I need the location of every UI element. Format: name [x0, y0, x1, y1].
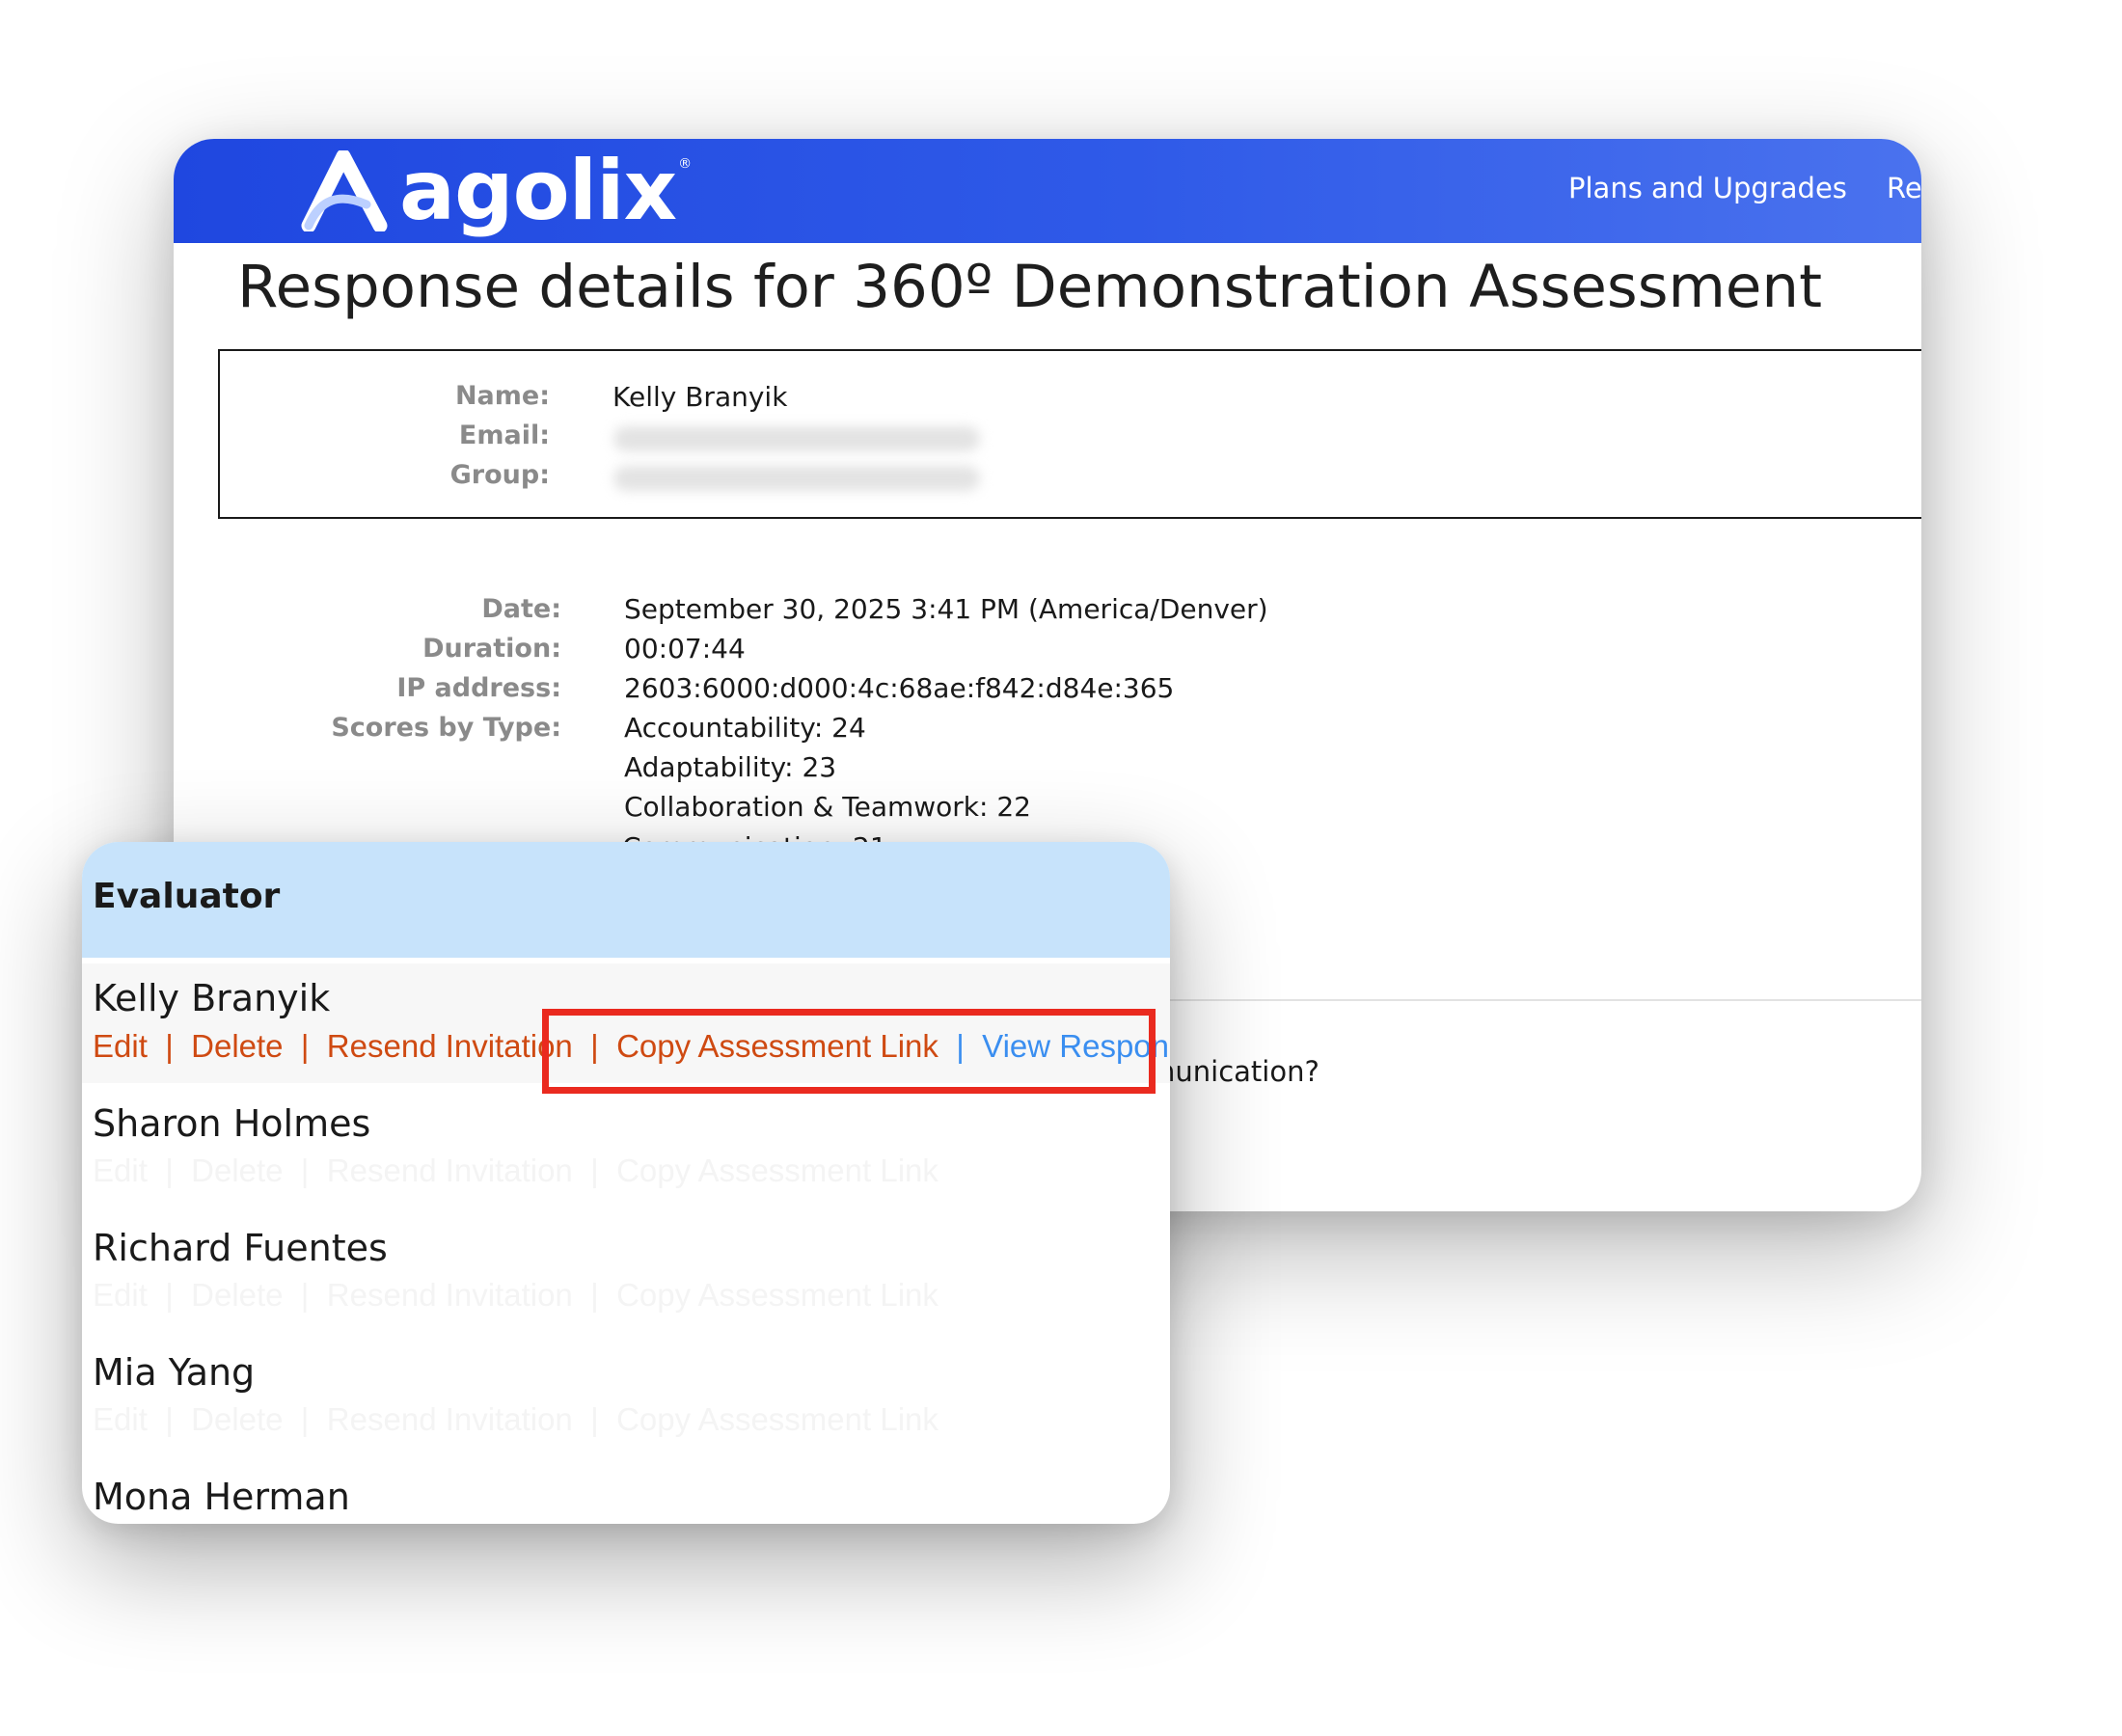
- separator: |: [156, 1153, 182, 1188]
- resend-invitation-link[interactable]: Resend Invitation: [327, 1277, 573, 1313]
- copy-assessment-link[interactable]: Copy Assessment Link: [616, 1153, 939, 1188]
- evaluator-list-card: Evaluator Kelly Branyik Edit | Delete | …: [82, 842, 1170, 1524]
- evaluator-actions: Edit | Delete | Resend Invitation | Copy…: [93, 1401, 939, 1438]
- evaluator-actions: Edit | Delete | Resend Invitation | Copy…: [93, 1277, 939, 1314]
- section-divider: [1138, 999, 1921, 1001]
- evaluator-name: Sharon Holmes: [93, 1102, 371, 1145]
- nav-item-partial[interactable]: Res: [1887, 172, 1921, 204]
- separator: |: [581, 1277, 608, 1313]
- separator: |: [581, 1401, 608, 1437]
- email-value-blurred: [613, 426, 980, 451]
- date-value: September 30, 2025 3:41 PM (America/Denv…: [624, 593, 1268, 625]
- separator: |: [156, 1401, 182, 1437]
- group-label: Group:: [449, 460, 550, 490]
- resend-invitation-link[interactable]: Resend Invitation: [327, 1153, 573, 1188]
- evaluator-header: Evaluator: [82, 842, 1170, 958]
- resend-invitation-link[interactable]: Resend Invitation: [327, 1401, 573, 1437]
- page-title: Response details for 360º Demonstration …: [237, 253, 1823, 321]
- copy-assessment-link[interactable]: Copy Assessment Link: [616, 1401, 939, 1437]
- evaluator-name: Richard Fuentes: [93, 1227, 388, 1269]
- nav-plans-and-upgrades[interactable]: Plans and Upgrades: [1568, 172, 1847, 204]
- copy-assessment-link[interactable]: Copy Assessment Link: [616, 1277, 939, 1313]
- score-item: Adaptability: 23: [624, 751, 837, 783]
- edit-link[interactable]: Edit: [93, 1153, 148, 1188]
- delete-link[interactable]: Delete: [191, 1401, 283, 1437]
- edit-link[interactable]: Edit: [93, 1277, 148, 1313]
- ip-address-label: IP address:: [396, 673, 561, 703]
- score-item: Collaboration & Teamwork: 22: [624, 791, 1031, 823]
- top-navigation-bar: agolix ® Plans and Upgrades Res: [174, 139, 1921, 243]
- email-label: Email:: [458, 420, 550, 450]
- name-value: Kelly Branyik: [612, 381, 788, 413]
- highlight-annotation-box: [542, 1009, 1156, 1094]
- registered-mark: ®: [678, 156, 693, 172]
- group-value-blurred: [613, 466, 980, 491]
- separator: |: [291, 1028, 318, 1064]
- edit-link[interactable]: Edit: [93, 1028, 148, 1064]
- separator: |: [156, 1277, 182, 1313]
- question-text-partial: nunication?: [1157, 1055, 1319, 1088]
- evaluator-name: Mona Herman: [93, 1476, 350, 1518]
- edit-link[interactable]: Edit: [93, 1401, 148, 1437]
- separator: |: [581, 1153, 608, 1188]
- score-item: Accountability: 24: [624, 712, 866, 744]
- scores-by-type-label: Scores by Type:: [331, 713, 561, 743]
- resend-invitation-link[interactable]: Resend Invitation: [327, 1028, 573, 1064]
- evaluator-name: Kelly Branyik: [93, 977, 331, 1019]
- ip-address-value: 2603:6000:d000:4c:68ae:f842:d84e:365: [624, 672, 1175, 704]
- evaluator-name: Mia Yang: [93, 1351, 256, 1394]
- name-label: Name:: [454, 381, 550, 411]
- delete-link[interactable]: Delete: [191, 1028, 283, 1064]
- agolix-a-mark-icon: [301, 150, 388, 231]
- separator: |: [291, 1401, 318, 1437]
- date-label: Date:: [481, 594, 561, 624]
- separator: |: [156, 1028, 182, 1064]
- evaluator-actions: Edit | Delete | Resend Invitation | Copy…: [93, 1153, 939, 1189]
- separator: |: [291, 1153, 318, 1188]
- delete-link[interactable]: Delete: [191, 1153, 283, 1188]
- evaluator-header-label: Evaluator: [93, 877, 281, 916]
- brand-name: agolix: [399, 143, 677, 239]
- delete-link[interactable]: Delete: [191, 1277, 283, 1313]
- duration-value: 00:07:44: [624, 633, 746, 665]
- separator: |: [291, 1277, 318, 1313]
- agolix-logo[interactable]: agolix ®: [301, 143, 692, 239]
- duration-label: Duration:: [422, 634, 561, 664]
